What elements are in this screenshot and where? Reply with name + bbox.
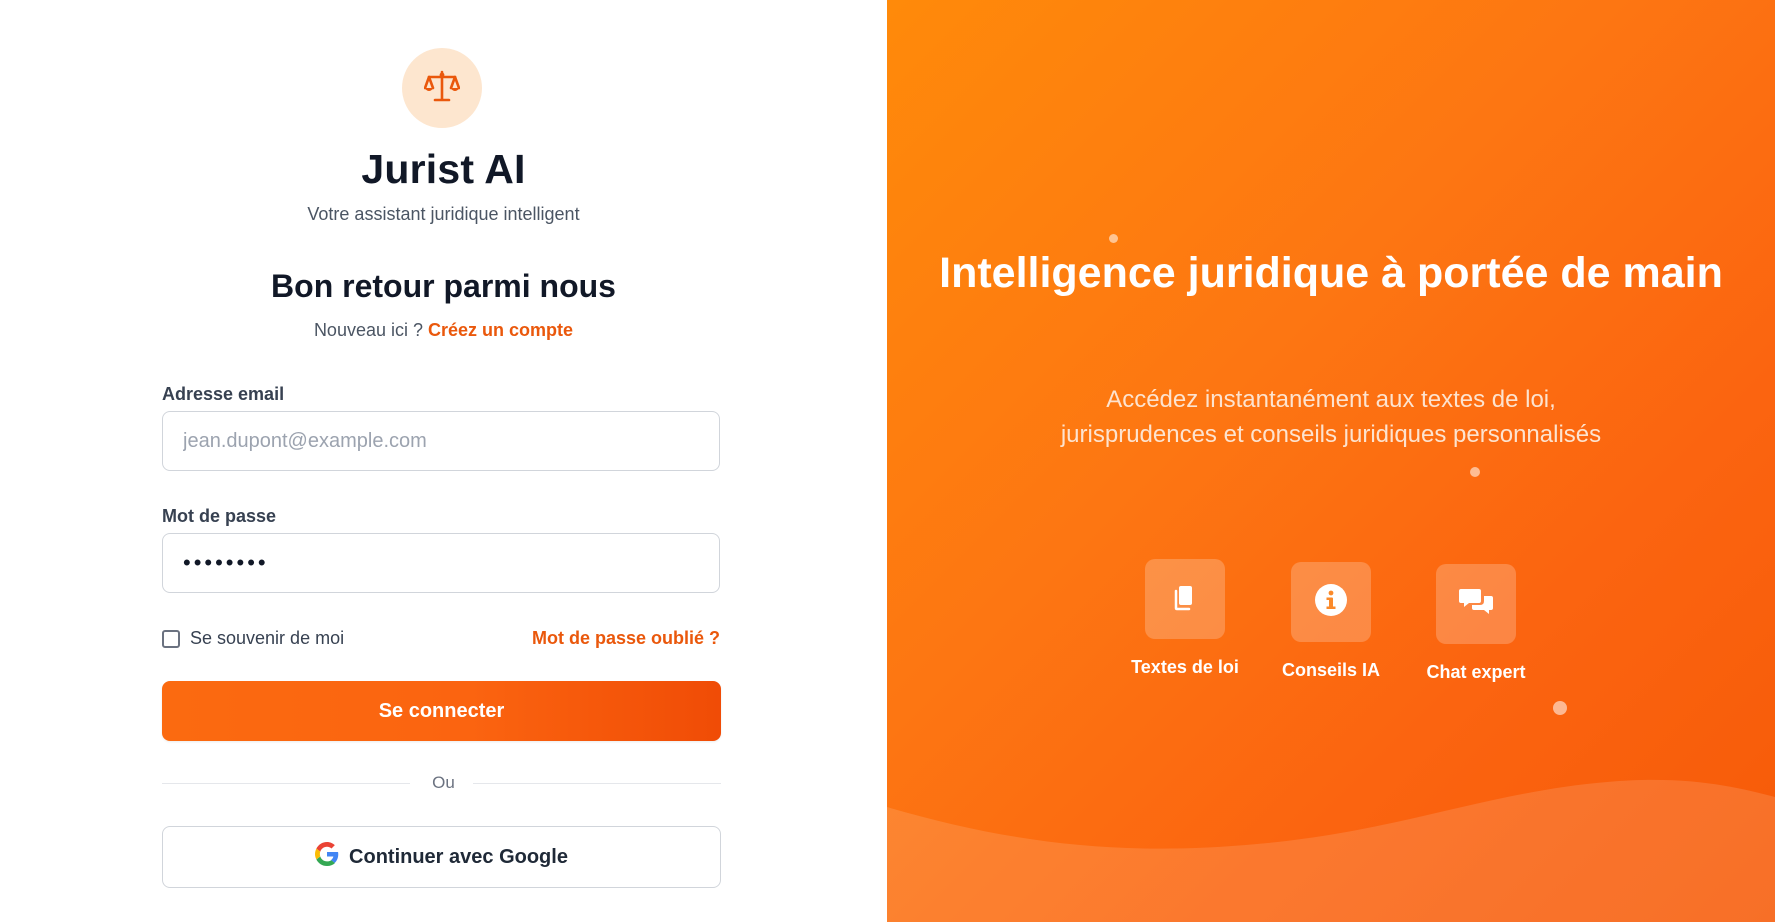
- signup-prompt-row: Nouveau ici ? Créez un compte: [0, 320, 887, 341]
- divider-text: Ou: [432, 773, 455, 792]
- feature-icon-box: [1291, 562, 1371, 642]
- hero-subtitle: Accédez instantanément aux textes de loi…: [1060, 386, 1602, 448]
- feature-ai-advice: Conseils IA: [1256, 562, 1406, 681]
- info-icon: [1314, 583, 1348, 622]
- login-panel: Jurist AI Votre assistant juridique inte…: [0, 0, 887, 922]
- password-label: Mot de passe: [162, 506, 277, 526]
- login-button[interactable]: Se connecter: [162, 681, 721, 741]
- app-tagline: Votre assistant juridique intelligent: [307, 204, 580, 224]
- email-input[interactable]: [162, 411, 720, 471]
- hero-title: Intelligence juridique à portée de main: [939, 249, 1723, 297]
- logo-badge: [402, 48, 482, 128]
- create-account-link[interactable]: Créez un compte: [428, 320, 573, 340]
- google-icon: [315, 842, 339, 872]
- decorative-dot: [1553, 701, 1567, 715]
- email-label: Adresse email: [162, 384, 285, 404]
- feature-icon-box: [1436, 564, 1516, 644]
- forgot-password-link[interactable]: Mot de passe oublié ?: [532, 628, 720, 649]
- decorative-wave: [887, 779, 1775, 922]
- feature-label: Textes de loi: [1131, 657, 1239, 677]
- scale-icon: [423, 69, 461, 108]
- remember-me-label[interactable]: Se souvenir de moi: [190, 628, 344, 649]
- chat-icon: [1458, 586, 1494, 623]
- feature-expert-chat: Chat expert: [1401, 564, 1551, 683]
- feature-laws: Textes de loi: [1110, 559, 1260, 678]
- signup-prompt-text: Nouveau ici ?: [313, 320, 424, 340]
- remember-me-row: Se souvenir de moi: [162, 628, 344, 649]
- welcome-heading: Bon retour parmi nous: [271, 268, 616, 304]
- remember-me-checkbox[interactable]: [162, 629, 180, 648]
- feature-icon-box: [1145, 559, 1225, 639]
- google-login-button[interactable]: Continuer avec Google: [162, 826, 721, 888]
- decorative-dot: [1470, 467, 1480, 477]
- app-name: Jurist AI: [361, 146, 526, 192]
- decorative-dot: [1109, 234, 1118, 243]
- feature-label: Chat expert: [1426, 662, 1526, 682]
- google-login-label: Continuer avec Google: [349, 845, 568, 868]
- documents-icon: [1170, 582, 1200, 617]
- feature-label: Conseils IA: [1281, 660, 1381, 680]
- hero-panel: Intelligence juridique à portée de main …: [887, 0, 1775, 922]
- password-input[interactable]: [162, 533, 720, 593]
